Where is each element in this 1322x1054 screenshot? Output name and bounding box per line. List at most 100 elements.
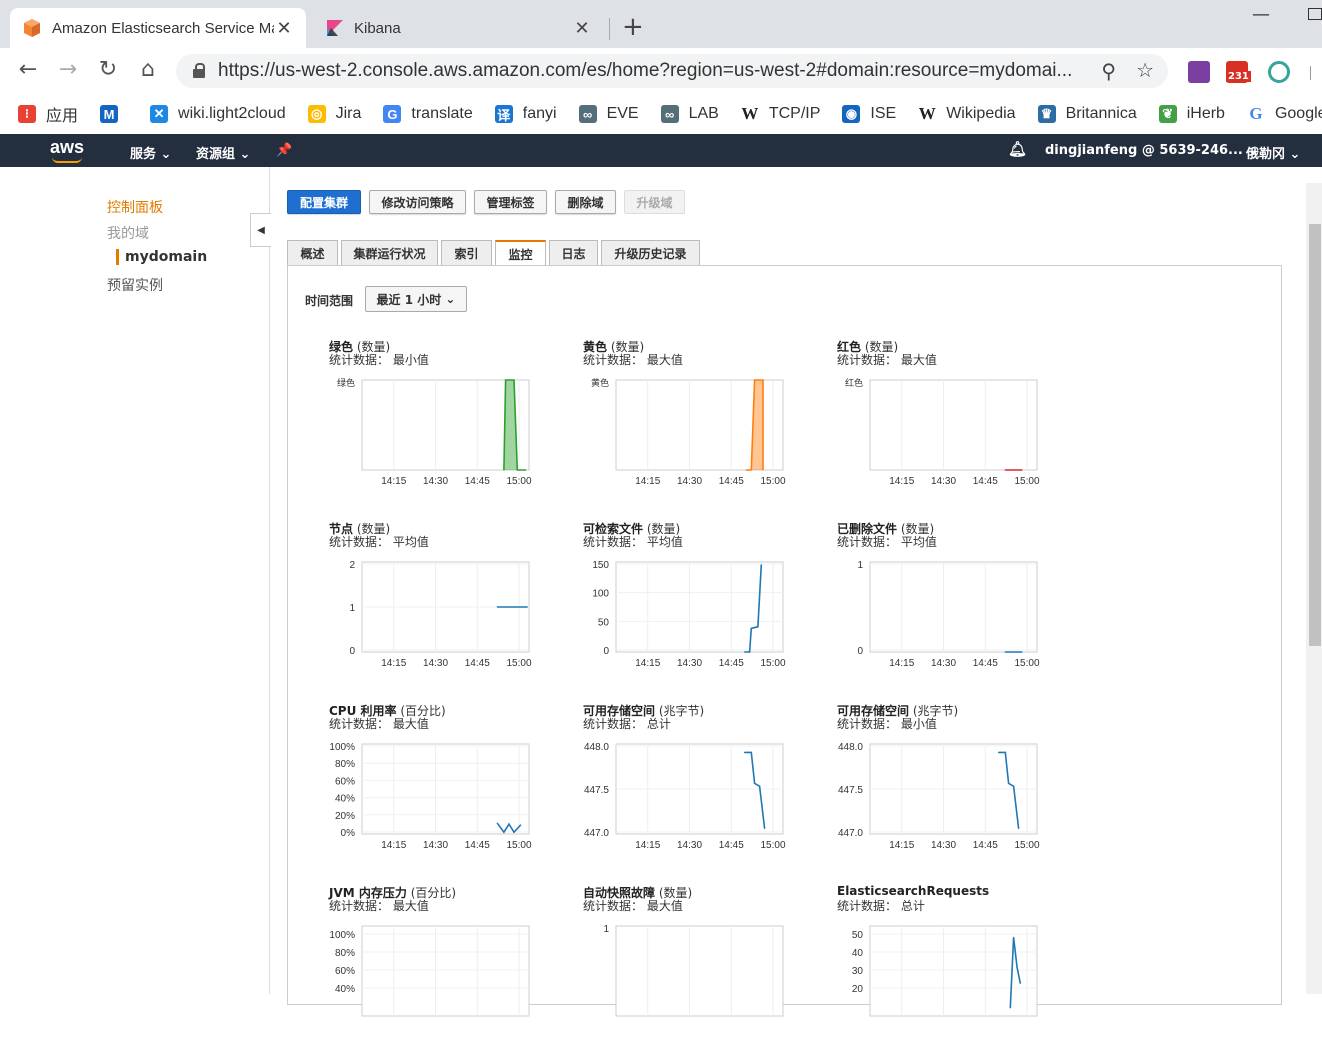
- tab-monitoring[interactable]: 监控: [495, 240, 546, 267]
- sidebar-item-reserved-instances[interactable]: 预留实例: [107, 275, 163, 295]
- bookmark-item[interactable]: W Wikipedia: [918, 104, 1016, 123]
- sidebar-item-mydomain[interactable]: mydomain: [116, 249, 207, 265]
- sidebar-item-my-domains[interactable]: 我的域: [107, 223, 149, 243]
- data-point: [754, 782, 756, 784]
- browser-tab-elasticsearch[interactable]: Amazon Elasticsearch Service Ma ✕: [10, 8, 306, 48]
- data-point: [762, 379, 764, 381]
- x-tick-label: 14:15: [635, 476, 660, 487]
- bookmark-item[interactable]: ◉ ISE: [842, 105, 896, 123]
- resource-groups-menu[interactable]: 资源组 ⌄: [196, 143, 250, 162]
- data-point: [1021, 469, 1023, 471]
- eve-icon: ∞: [578, 105, 597, 123]
- iherb-leaf-icon: ❦: [1158, 105, 1177, 123]
- extension-swirl-icon[interactable]: [1268, 61, 1290, 83]
- bell-icon[interactable]: 🔔︎: [1008, 140, 1027, 158]
- manage-tags-button[interactable]: 管理标签: [474, 190, 547, 214]
- y-tick-label: 红色: [845, 377, 863, 388]
- bookmark-item[interactable]: G Google: [1247, 104, 1322, 123]
- x-tick-label: 15:00: [1014, 840, 1039, 851]
- x-tick-label: 15:00: [506, 658, 531, 669]
- tab-indices[interactable]: 索引: [441, 240, 492, 266]
- modify-access-policy-button[interactable]: 修改访问策略: [369, 190, 466, 214]
- tab-upgrade-history[interactable]: 升级历史记录: [601, 240, 700, 266]
- fanyi-icon: 译: [494, 105, 513, 123]
- chart-svg: 1: [603, 924, 784, 1017]
- apps-grid-icon: ⁝: [18, 105, 36, 123]
- bookmark-item[interactable]: M: [100, 105, 128, 123]
- bookmark-star-icon[interactable]: ☆: [1136, 58, 1154, 82]
- new-tab-icon[interactable]: +: [622, 14, 644, 40]
- bookmark-item[interactable]: ♛ Britannica: [1037, 105, 1137, 123]
- collapse-sidebar-button[interactable]: ◀: [250, 213, 271, 247]
- britannica-icon: ♛: [1037, 105, 1056, 123]
- data-point: [513, 379, 515, 381]
- onenote-extension-icon[interactable]: [1188, 61, 1210, 83]
- bookmark-label: iHerb: [1186, 105, 1225, 122]
- y-tick-label: 100%: [329, 930, 355, 941]
- google-g-icon: G: [1249, 104, 1263, 123]
- x-tick-label: 14:45: [973, 658, 998, 669]
- bookmark-item[interactable]: ◎ Jira: [307, 105, 361, 123]
- x-tick-label: 14:30: [423, 840, 448, 851]
- reload-icon[interactable]: ↻: [94, 58, 122, 82]
- metric-chart: 黄色 (数量) 统计数据： 最大值 黄色 14:15 14:30 14:45 15:00: [583, 338, 813, 508]
- bookmark-item[interactable]: ∞ EVE: [578, 105, 639, 123]
- data-point: [1021, 651, 1023, 653]
- services-menu[interactable]: 服务 ⌄: [130, 143, 171, 162]
- x-tick-label: 14:45: [465, 476, 490, 487]
- close-tab-icon[interactable]: ✕: [274, 18, 294, 39]
- zoom-icon[interactable]: ⚲: [1101, 59, 1116, 83]
- chart-svg: 黄色 14:15 14:30 14:45 15:00: [591, 377, 786, 487]
- time-range-label: 时间范围: [305, 294, 354, 308]
- scrollbar-thumb[interactable]: [1309, 224, 1321, 646]
- url-text[interactable]: https://us-west-2.console.aws.amazon.com…: [218, 60, 1088, 82]
- upgrade-domain-button[interactable]: 升级域: [624, 190, 685, 214]
- y-tick-label: 1: [349, 603, 355, 614]
- pin-icon[interactable]: 📌: [276, 143, 292, 158]
- data-point: [496, 606, 498, 608]
- configure-cluster-button[interactable]: 配置集群: [287, 190, 361, 214]
- back-arrow-icon[interactable]: ←: [14, 58, 42, 82]
- bookmark-item[interactable]: Gtranslate: [383, 105, 473, 123]
- sidebar-item-dashboard[interactable]: 控制面板: [107, 197, 163, 217]
- gmail-extension-icon[interactable]: 231: [1226, 61, 1251, 83]
- data-point: [760, 564, 762, 566]
- delete-domain-button[interactable]: 删除域: [555, 190, 616, 214]
- account-menu[interactable]: dingjianfeng @ 5639-246... ⌄: [1045, 143, 1258, 158]
- metric-chart: CPU 利用率 (百分比) 统计数据： 最大值 100% 80% 60% 40% 20% 0%…: [329, 702, 559, 872]
- y-tick-label: 7,448.0: [583, 742, 609, 753]
- aws-logo[interactable]: aws: [50, 137, 84, 158]
- data-point: [759, 785, 761, 787]
- x-tick-label: 14:15: [381, 658, 406, 669]
- bookmark-label: Wikipedia: [946, 105, 1016, 122]
- bookmark-item[interactable]: 译 fanyi: [494, 105, 557, 123]
- region-menu[interactable]: 俄勒冈 ⌄: [1246, 143, 1300, 162]
- address-bar[interactable]: https://us-west-2.console.aws.amazon.com…: [176, 54, 1168, 88]
- data-point: [997, 751, 1000, 754]
- data-point: [764, 827, 766, 829]
- close-tab-icon[interactable]: ✕: [572, 18, 592, 39]
- account-label: dingjianfeng @ 5639-246...: [1045, 143, 1243, 158]
- maximize-window-icon[interactable]: [1308, 8, 1322, 20]
- minimize-window-icon[interactable]: —: [1252, 4, 1270, 25]
- bookmark-item[interactable]: ❦ iHerb: [1158, 105, 1225, 123]
- bookmark-item[interactable]: ⁝ 应用: [18, 102, 78, 126]
- tab-overview[interactable]: 概述: [287, 240, 338, 266]
- data-point: [508, 823, 510, 825]
- bookmark-item[interactable]: ✕ wiki.light2cloud: [150, 105, 286, 123]
- y-tick-label: 150: [592, 560, 609, 571]
- x-tick-label: 14:15: [635, 840, 660, 851]
- y-tick-label: 50: [598, 617, 610, 628]
- tab-cluster-health[interactable]: 集群运行状况: [341, 240, 438, 266]
- data-point: [503, 469, 505, 471]
- tab-logs[interactable]: 日志: [549, 240, 598, 266]
- x-tick-label: 14:30: [677, 658, 702, 669]
- aws-orange-cube-icon: [22, 18, 42, 38]
- forward-arrow-icon[interactable]: →: [54, 58, 82, 82]
- bookmark-item[interactable]: ∞ LAB: [660, 105, 719, 123]
- bookmark-item[interactable]: W TCP/IP: [741, 104, 820, 123]
- home-icon[interactable]: ⌂: [134, 58, 162, 82]
- x-tick-label: 14:15: [635, 658, 660, 669]
- time-range-select[interactable]: 最近 1 小时 ⌄: [365, 286, 467, 312]
- browser-tab-kibana[interactable]: Kibana ✕: [314, 8, 604, 48]
